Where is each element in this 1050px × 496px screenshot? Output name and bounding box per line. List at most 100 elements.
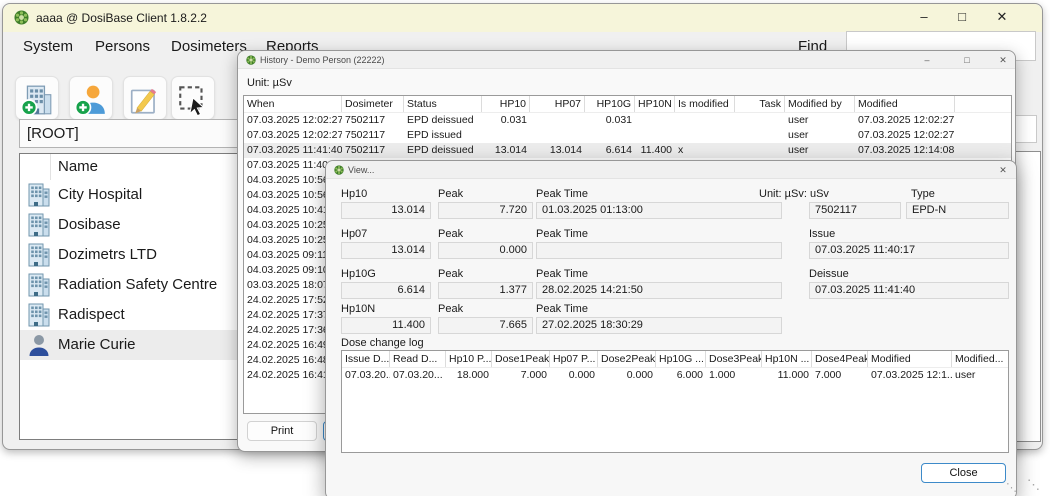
- table-cell: 13.014: [549, 144, 582, 156]
- column-header[interactable]: Modified: [855, 96, 955, 112]
- column-header[interactable]: Dose3Peak: [706, 351, 762, 367]
- column-header[interactable]: Dosimeter: [342, 96, 404, 112]
- hp10g-peak-time-field[interactable]: 28.02.2025 14:21:50: [536, 282, 782, 299]
- hp10g-field[interactable]: 6.614: [341, 282, 431, 299]
- table-row[interactable]: 07.03.20... 07.03.20... 18.000 7.000 0.000 0.…: [342, 368, 1008, 383]
- list-item-label: Marie Curie: [58, 336, 136, 353]
- peak-time-label: Peak Time: [536, 228, 588, 240]
- table-row[interactable]: 07.03.2025 12:02:27 7502117 EPD deissued 0.…: [244, 113, 1011, 128]
- hp07-peak-time-field[interactable]: [536, 242, 782, 259]
- column-header[interactable]: Dose1Peak: [492, 351, 550, 367]
- view-close-button[interactable]: Close: [921, 463, 1006, 483]
- column-header[interactable]: Hp10 P...: [446, 351, 492, 367]
- table-cell: 6.614: [605, 144, 632, 156]
- table-cell: [955, 113, 1011, 128]
- column-header[interactable]: Issue D...: [342, 351, 390, 367]
- add-person-icon: [74, 83, 108, 117]
- column-header[interactable]: [955, 96, 1011, 112]
- add-organization-button[interactable]: [15, 76, 59, 120]
- column-header[interactable]: HP10G: [585, 96, 635, 112]
- resize-grip[interactable]: ⋱: [1006, 481, 1017, 494]
- column-header[interactable]: Modified...: [952, 351, 1008, 367]
- table-row[interactable]: 07.03.2025 12:02:27 7502117 EPD issued user…: [244, 128, 1011, 143]
- column-header[interactable]: Hp10G ...: [656, 351, 706, 367]
- table-cell: [530, 128, 585, 143]
- hp10n-peak-time-field[interactable]: 27.02.2025 18:30:29: [536, 317, 782, 334]
- peak-time-label: Peak Time: [536, 188, 588, 200]
- issue-field[interactable]: 07.03.2025 11:40:17: [809, 242, 1009, 259]
- close-button[interactable]: ✕: [991, 9, 1013, 25]
- app-logo-icon: [14, 10, 29, 25]
- hp10-field[interactable]: 13.014: [341, 202, 431, 219]
- table-cell: EPD issued: [407, 129, 462, 141]
- person-icon: [26, 332, 52, 358]
- hp10g-peak-field[interactable]: 1.377: [438, 282, 533, 299]
- minimize-button[interactable]: –: [913, 9, 935, 24]
- edit-button[interactable]: [123, 76, 167, 120]
- table-cell: 7.000: [520, 369, 547, 381]
- table-cell: user: [788, 144, 809, 156]
- table-cell: 7502117: [345, 129, 386, 141]
- column-header[interactable]: HP07: [530, 96, 585, 112]
- maximize-button[interactable]: □: [958, 55, 976, 65]
- table-cell: 07.03.2025 12:14:08: [858, 144, 955, 156]
- peak-time-label: Peak Time: [536, 303, 588, 315]
- building-icon: [26, 272, 52, 298]
- view-titlebar[interactable]: View... ✕: [326, 161, 1016, 179]
- deissue-field[interactable]: 07.03.2025 11:41:40: [809, 282, 1009, 299]
- peak-time-label: Peak Time: [536, 268, 588, 280]
- table-cell: [735, 113, 785, 128]
- table-cell: 7.000: [815, 369, 842, 381]
- hp10-peak-field[interactable]: 7.720: [438, 202, 533, 219]
- dosimeter-field[interactable]: 7502117: [809, 202, 901, 219]
- name-column-header[interactable]: Name: [58, 158, 98, 175]
- type-field[interactable]: EPD-N: [906, 202, 1009, 219]
- list-item-label: Dozimetrs LTD: [58, 246, 157, 263]
- minimize-button[interactable]: –: [918, 55, 936, 65]
- hp10-peak-time-field[interactable]: 01.03.2025 01:13:00: [536, 202, 782, 219]
- menu-item-persons[interactable]: Persons: [95, 38, 150, 55]
- column-header[interactable]: Hp10N ...: [762, 351, 812, 367]
- peak-label: Peak: [438, 228, 464, 240]
- table-cell: [675, 128, 735, 143]
- list-item-label: Radispect: [58, 306, 125, 323]
- column-header[interactable]: Dose4Peak: [812, 351, 868, 367]
- print-button[interactable]: Print: [247, 421, 317, 441]
- building-icon: [26, 242, 52, 268]
- table-cell: 07.03.2025 12:02:27: [247, 129, 342, 141]
- table-cell: 11.000: [777, 369, 809, 381]
- column-header[interactable]: Task: [735, 96, 785, 112]
- maximize-button[interactable]: □: [951, 9, 973, 24]
- app-logo-icon: [246, 55, 256, 65]
- column-header[interactable]: Modified by: [785, 96, 855, 112]
- table-cell: EPD deissued: [407, 114, 474, 126]
- hp07-peak-field[interactable]: 0.000: [438, 242, 533, 259]
- main-titlebar[interactable]: aaaa @ DosiBase Client 1.8.2.2 – □ ✕: [3, 4, 1042, 32]
- column-header[interactable]: Status: [404, 96, 482, 112]
- hp10n-field[interactable]: 11.400: [341, 317, 431, 334]
- column-header[interactable]: Is modified: [675, 96, 735, 112]
- list-item-label: City Hospital: [58, 186, 143, 203]
- hp07-field[interactable]: 13.014: [341, 242, 431, 259]
- hp10n-peak-field[interactable]: 7.665: [438, 317, 533, 334]
- history-titlebar[interactable]: History - Demo Person (22222) – □ ✕: [238, 51, 1015, 69]
- column-header[interactable]: Hp07 P...: [550, 351, 598, 367]
- table-cell: 0.031: [500, 114, 527, 126]
- hp10g-label: Hp10G: [341, 268, 376, 280]
- table-cell: [530, 113, 585, 128]
- menu-item-dosimeters[interactable]: Dosimeters: [171, 38, 247, 55]
- column-header[interactable]: Read D...: [390, 351, 446, 367]
- close-button[interactable]: ✕: [994, 165, 1012, 176]
- column-header[interactable]: HP10: [482, 96, 530, 112]
- peak-label: Peak: [438, 303, 464, 315]
- column-header[interactable]: Dose2Peak: [598, 351, 656, 367]
- menu-item-system[interactable]: System: [23, 38, 73, 55]
- column-header[interactable]: Modified: [868, 351, 952, 367]
- column-header[interactable]: HP10N: [635, 96, 675, 112]
- table-row[interactable]: 07.03.2025 11:41:40 7502117 EPD deissued 13…: [244, 143, 1011, 158]
- select-button[interactable]: [171, 76, 215, 120]
- table-cell: user: [788, 114, 809, 126]
- close-button[interactable]: ✕: [994, 55, 1012, 66]
- column-header[interactable]: When: [244, 96, 342, 112]
- add-person-button[interactable]: [69, 76, 113, 120]
